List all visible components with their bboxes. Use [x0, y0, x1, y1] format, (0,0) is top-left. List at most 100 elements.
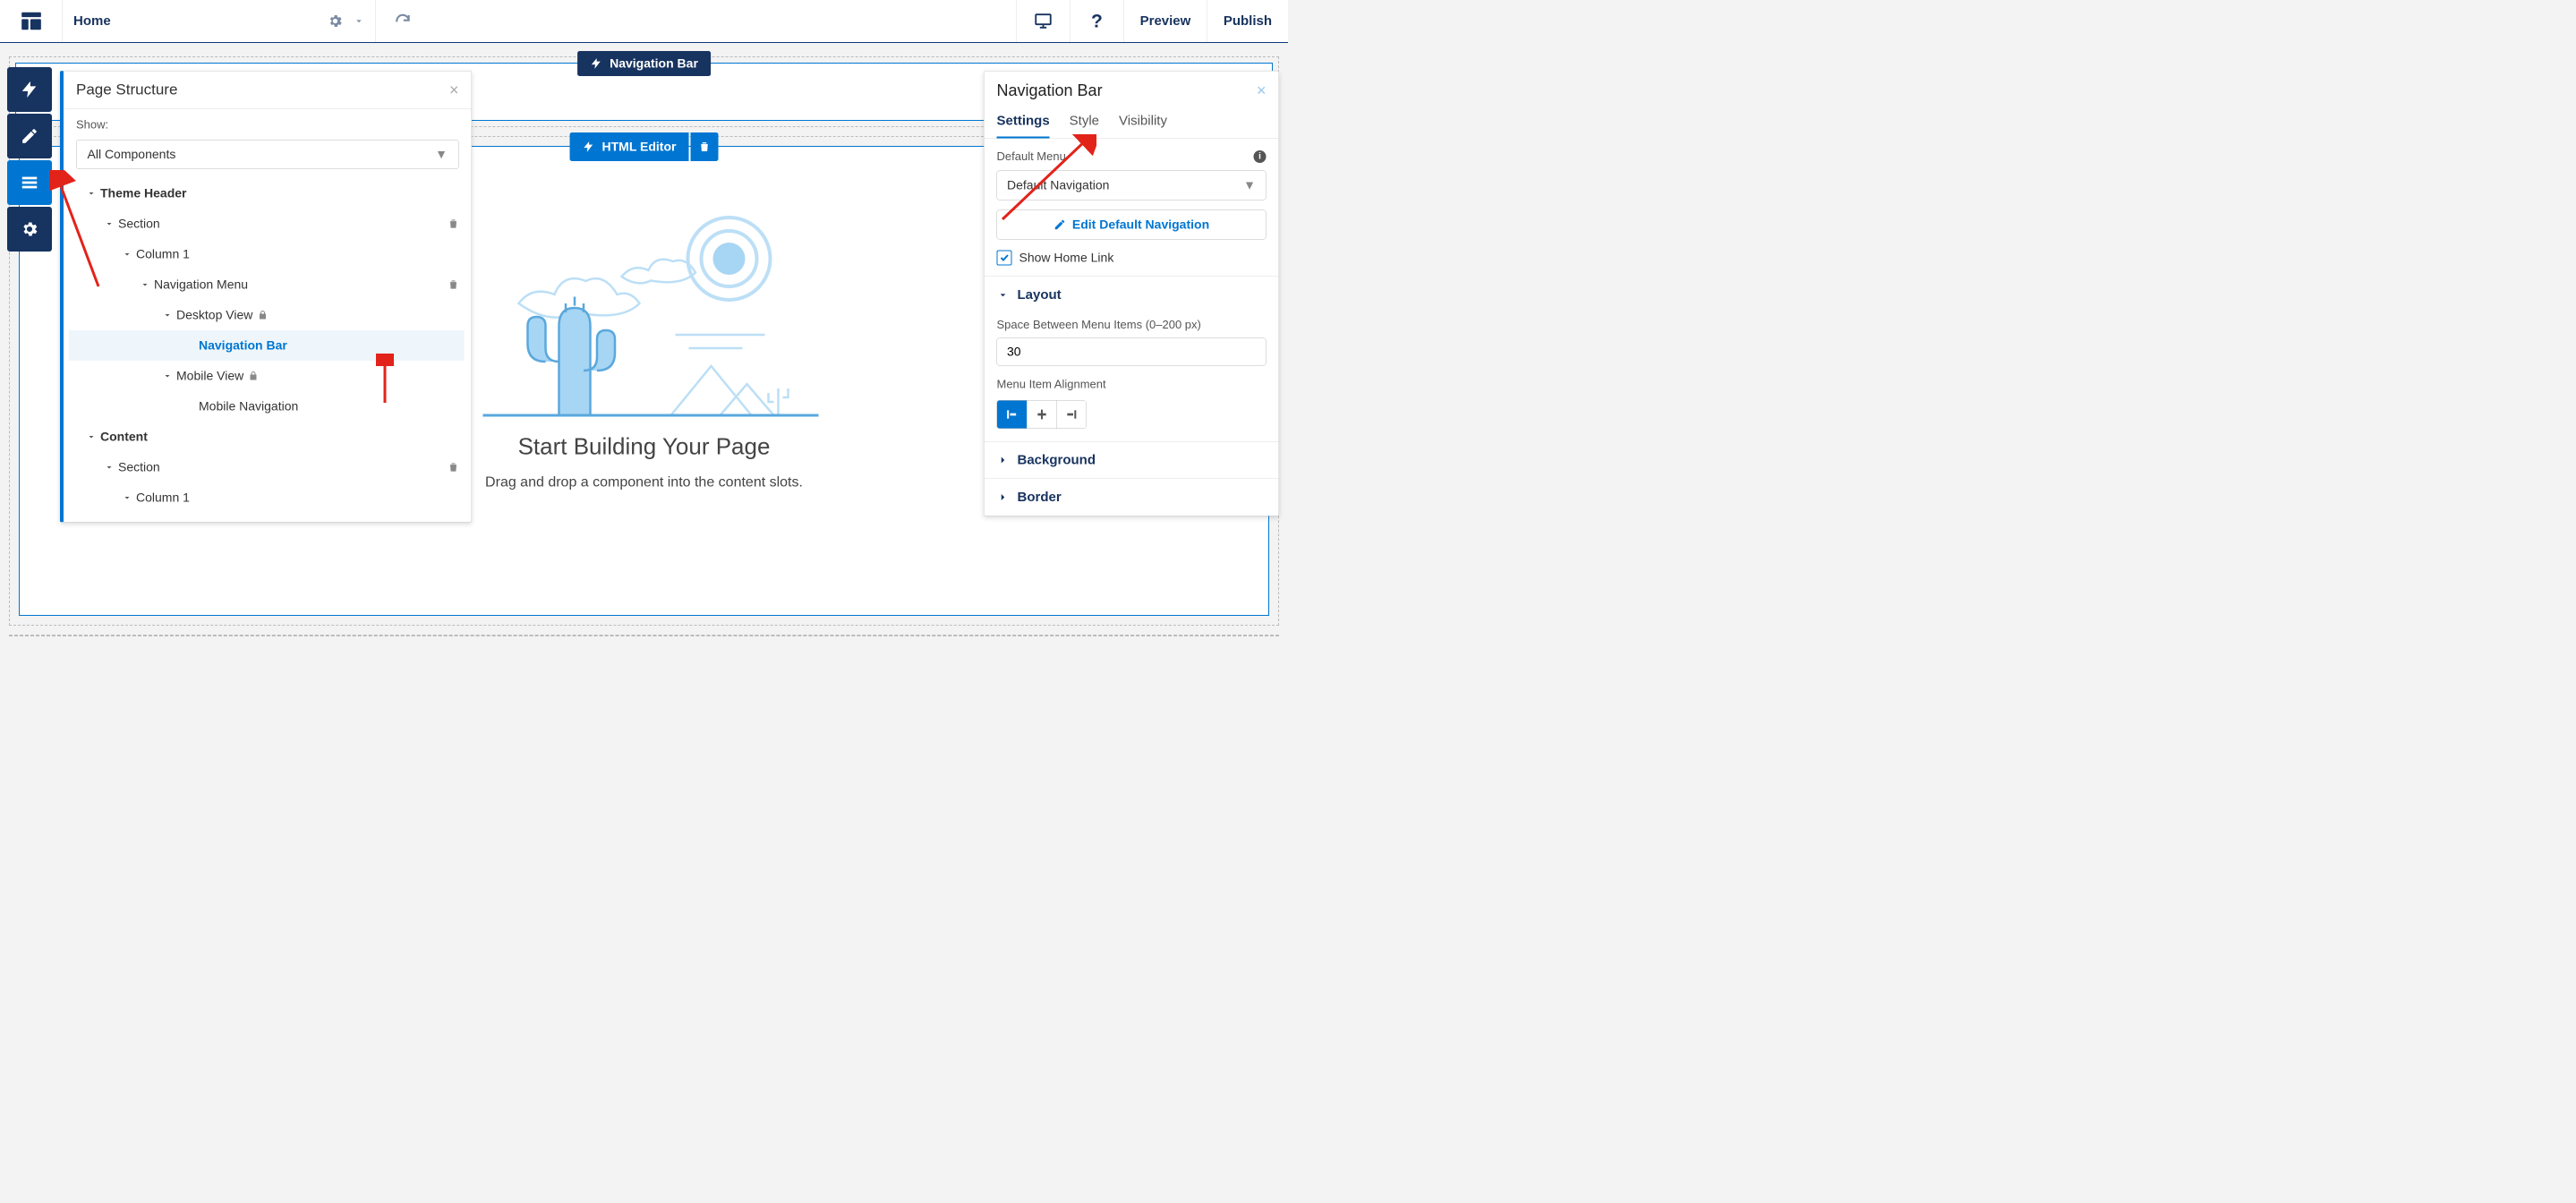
align-left-button[interactable]: [997, 401, 1027, 429]
accordion-border-label: Border: [1018, 490, 1062, 505]
rail-structure-button[interactable]: [7, 160, 52, 205]
trash-icon[interactable]: [448, 461, 460, 474]
tree-navigation-bar[interactable]: Navigation Bar: [69, 330, 465, 361]
bolt-icon: [20, 80, 39, 99]
lock-icon: [257, 310, 268, 320]
chevron-down-icon: [136, 279, 154, 290]
show-home-link-label: Show Home Link: [1019, 251, 1114, 265]
edit-default-nav-label: Edit Default Navigation: [1072, 218, 1209, 232]
trash-icon: [697, 141, 711, 154]
tab-visibility[interactable]: Visibility: [1119, 114, 1167, 139]
align-center-button[interactable]: [1027, 401, 1056, 429]
page-structure-title: Page Structure: [76, 81, 177, 99]
bolt-icon: [583, 141, 595, 153]
close-icon[interactable]: ×: [1257, 81, 1267, 100]
property-tabs: Settings Style Visibility: [985, 105, 1279, 140]
accordion-layout[interactable]: Layout: [985, 277, 1279, 313]
left-rail: [7, 67, 52, 252]
app-logo[interactable]: [0, 0, 63, 42]
refresh-button[interactable]: [376, 0, 430, 42]
rail-theme-button[interactable]: [7, 114, 52, 158]
spacing-value: 30: [1007, 345, 1021, 359]
alignment-buttons: [997, 400, 1087, 429]
html-editor-delete-button[interactable]: [690, 132, 718, 161]
show-label: Show:: [64, 109, 472, 136]
trash-icon[interactable]: [448, 278, 460, 291]
empty-state-illustration: [465, 200, 823, 420]
list-icon: [20, 173, 39, 192]
trash-icon[interactable]: [448, 218, 460, 230]
top-toolbar: Home ? Preview Publish: [0, 0, 1288, 43]
accordion-layout-label: Layout: [1018, 287, 1062, 303]
gear-icon: [21, 220, 39, 239]
align-right-button[interactable]: [1056, 401, 1086, 429]
chevron-down-icon: [100, 462, 118, 473]
chevron-down-icon: [100, 218, 118, 229]
align-center-icon: [1035, 407, 1049, 422]
page-structure-panel: Page Structure × Show: All Components ▼ …: [60, 71, 472, 523]
accordion-border[interactable]: Border: [985, 479, 1279, 516]
bolt-icon: [590, 57, 602, 70]
checkbox-checked-icon: [997, 251, 1012, 266]
layout-icon: [20, 10, 43, 33]
tree-nav-menu[interactable]: Navigation Menu: [69, 269, 465, 300]
property-panel: Navigation Bar × Settings Style Visibili…: [984, 71, 1279, 516]
align-right-icon: [1064, 407, 1079, 422]
preview-button[interactable]: Preview: [1123, 0, 1207, 42]
close-icon[interactable]: ×: [449, 81, 459, 98]
show-home-link-checkbox[interactable]: Show Home Link: [997, 251, 1267, 266]
tree-mobile-navigation[interactable]: Mobile Navigation: [69, 391, 465, 422]
chevron-down-icon: [997, 289, 1010, 302]
desktop-view-button[interactable]: [1016, 0, 1070, 42]
pencil-icon: [21, 127, 39, 146]
page-name-cell[interactable]: Home: [63, 0, 376, 42]
structure-tree: Theme Header Section Column 1 Navigation…: [64, 176, 472, 522]
chevron-right-icon: [997, 454, 1010, 466]
help-icon: ?: [1091, 11, 1103, 32]
property-panel-title: Navigation Bar: [997, 81, 1103, 100]
help-button[interactable]: ?: [1070, 0, 1123, 42]
info-icon[interactable]: i: [1254, 150, 1267, 163]
monitor-icon: [1033, 12, 1053, 31]
html-editor-pill[interactable]: HTML Editor: [570, 132, 689, 161]
nav-bar-pill[interactable]: Navigation Bar: [577, 51, 711, 76]
refresh-icon: [394, 13, 412, 30]
chevron-down-icon: [158, 310, 176, 320]
publish-button[interactable]: Publish: [1207, 0, 1288, 42]
empty-state-subheading: Drag and drop a component into the conte…: [485, 474, 803, 491]
rail-components-button[interactable]: [7, 67, 52, 112]
pencil-icon: [1053, 218, 1066, 231]
html-editor-pill-label: HTML Editor: [602, 140, 677, 154]
empty-state-heading: Start Building Your Page: [518, 433, 771, 460]
align-left-icon: [1005, 407, 1019, 422]
chevron-down-icon: [118, 492, 136, 503]
tab-style[interactable]: Style: [1070, 114, 1099, 139]
alignment-label: Menu Item Alignment: [997, 378, 1267, 392]
edit-default-nav-button[interactable]: Edit Default Navigation: [997, 210, 1267, 240]
spacing-input[interactable]: 30: [997, 338, 1267, 366]
accordion-background[interactable]: Background: [985, 441, 1279, 479]
tree-content[interactable]: Content: [69, 422, 465, 452]
show-select-value: All Components: [88, 148, 176, 162]
tree-column-1[interactable]: Column 1: [69, 239, 465, 269]
gear-icon[interactable]: [328, 13, 344, 30]
chevron-right-icon: [997, 491, 1010, 504]
chevron-down-icon: [118, 249, 136, 260]
caret-down-icon: ▼: [1243, 178, 1256, 192]
default-menu-value: Default Navigation: [1007, 178, 1109, 192]
chevron-down-icon: [158, 371, 176, 381]
caret-down-icon[interactable]: [354, 15, 365, 27]
tree-column-1b[interactable]: Column 1: [69, 482, 465, 513]
default-menu-select[interactable]: Default Navigation ▼: [997, 171, 1267, 200]
tree-mobile-view[interactable]: Mobile View: [69, 361, 465, 391]
tree-desktop-view[interactable]: Desktop View: [69, 300, 465, 330]
rail-settings-button[interactable]: [7, 207, 52, 252]
tree-theme-header[interactable]: Theme Header: [69, 178, 465, 209]
show-select[interactable]: All Components ▼: [76, 140, 459, 169]
tab-settings[interactable]: Settings: [997, 114, 1050, 139]
lock-icon: [248, 371, 259, 381]
tree-section-2[interactable]: Section: [69, 452, 465, 482]
tree-section-1[interactable]: Section: [69, 209, 465, 239]
chevron-down-icon: [82, 431, 100, 442]
chevron-down-icon: [82, 188, 100, 199]
